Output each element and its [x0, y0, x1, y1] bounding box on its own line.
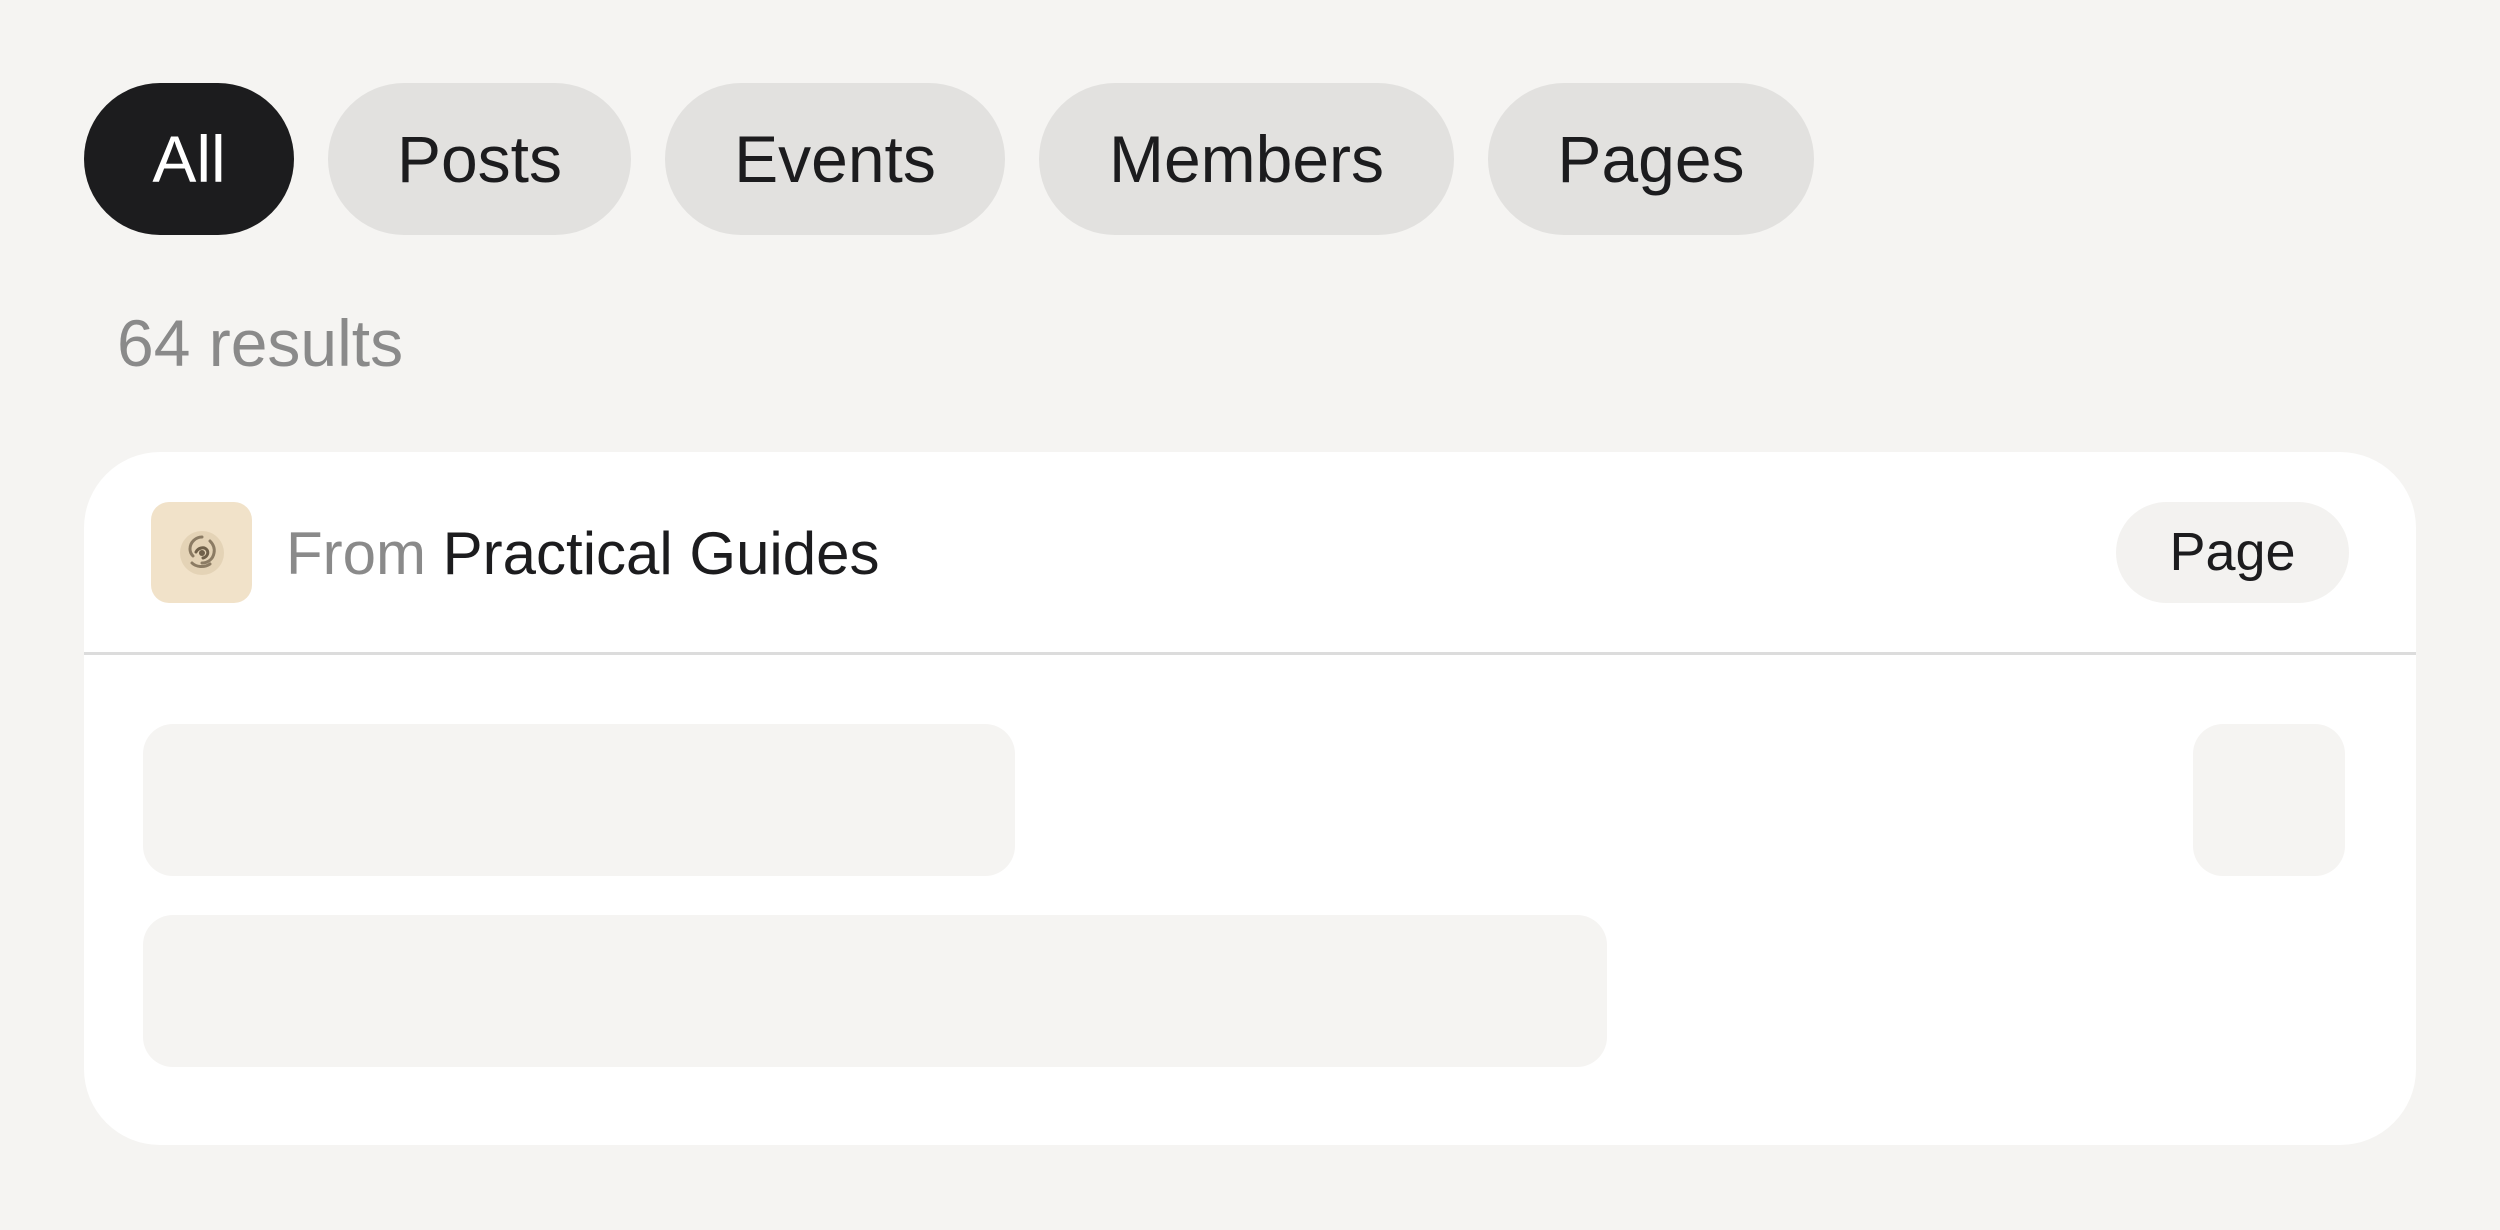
- source-name-link[interactable]: Practical Guides: [443, 520, 880, 587]
- skeleton-title-placeholder: [143, 724, 1015, 876]
- filter-tabs: All Posts Events Members Pages: [84, 83, 1814, 235]
- result-card[interactable]: From Practical Guides Page: [84, 452, 2416, 1145]
- source-prefix: From: [286, 520, 426, 587]
- tab-pages[interactable]: Pages: [1488, 83, 1814, 235]
- tab-posts[interactable]: Posts: [328, 83, 631, 235]
- skeleton-thumbnail-placeholder: [2193, 724, 2345, 876]
- search-results-page: All Posts Events Members Pages 64 result…: [0, 0, 2500, 1230]
- source-avatar[interactable]: [151, 502, 252, 603]
- skeleton-text-placeholder: [143, 915, 1607, 1067]
- rose-icon: [179, 530, 224, 575]
- source-label: From Practical Guides: [286, 516, 880, 592]
- tab-events[interactable]: Events: [665, 83, 1005, 235]
- tab-members[interactable]: Members: [1039, 83, 1454, 235]
- result-card-header: From Practical Guides Page: [84, 452, 2416, 655]
- type-badge[interactable]: Page: [2116, 502, 2349, 603]
- tab-all[interactable]: All: [84, 83, 294, 235]
- results-count: 64 results: [117, 306, 404, 380]
